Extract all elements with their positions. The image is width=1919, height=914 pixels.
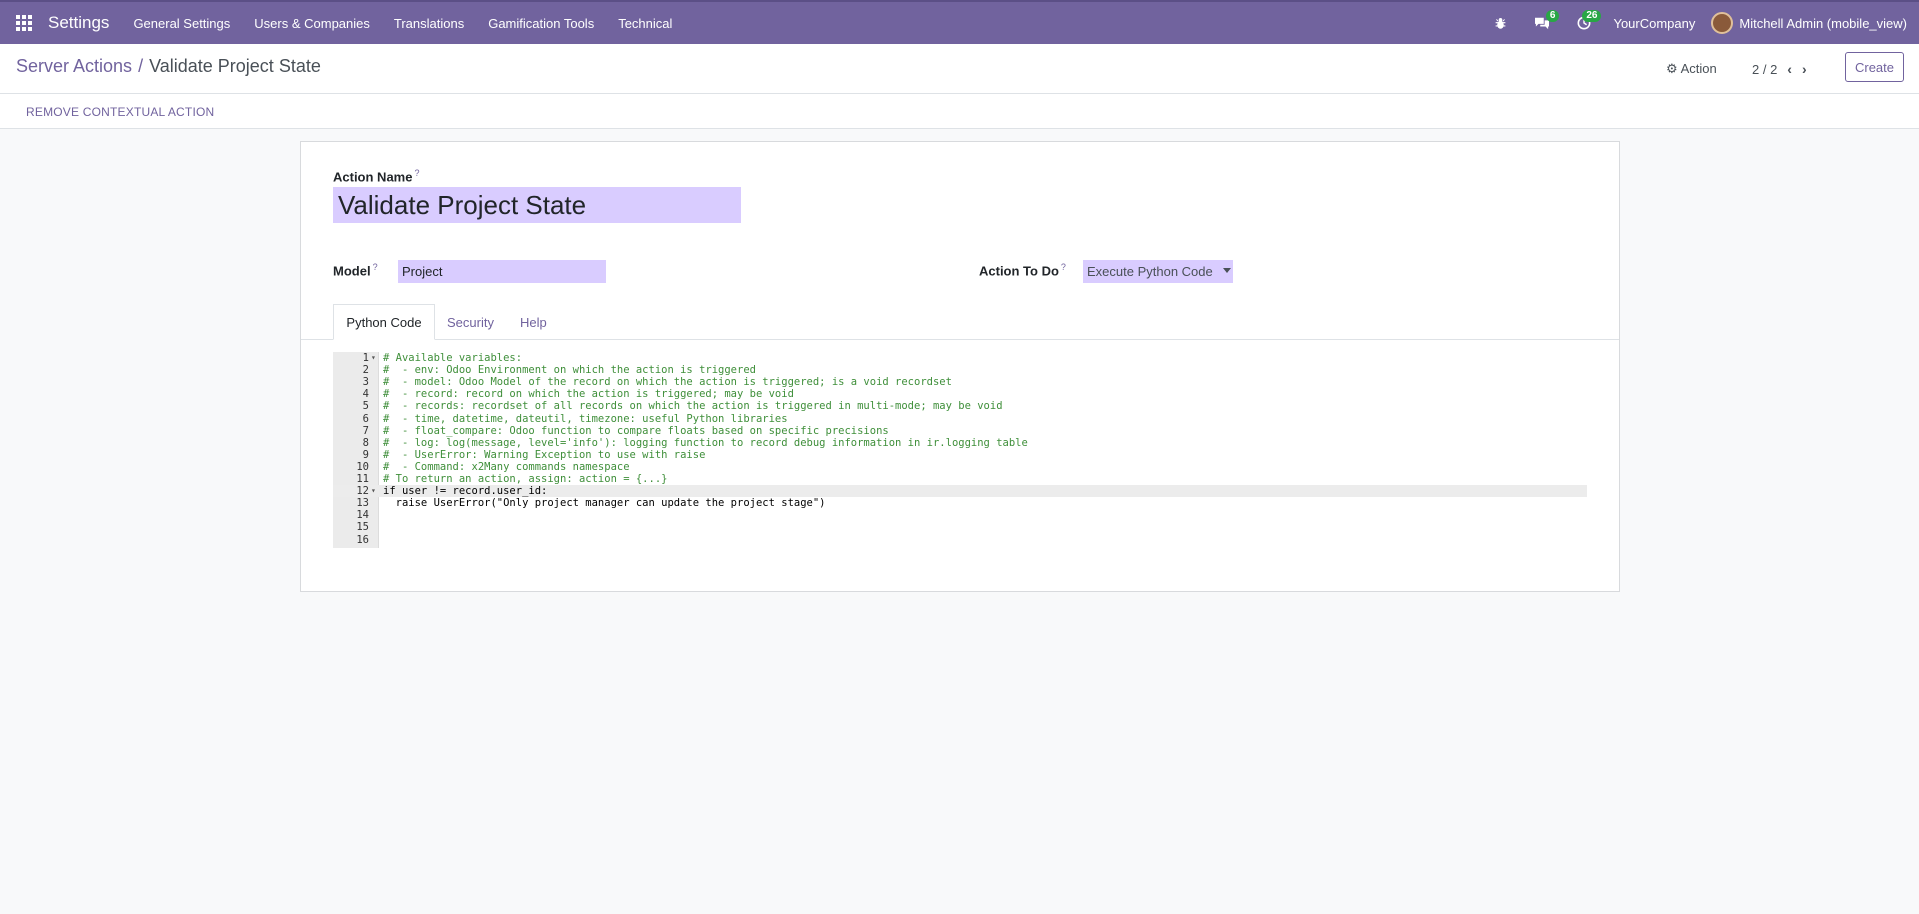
code-line: 5 # - records: recordset of all records o…	[333, 400, 1587, 412]
line-number: 6	[362, 412, 369, 425]
user-avatar	[1711, 12, 1734, 34]
action-name-label: Action Name?	[333, 168, 419, 184]
tab-python-code[interactable]: Python Code	[333, 304, 435, 340]
activities-clock-icon[interactable]: 26	[1563, 2, 1605, 44]
line-number: 4	[362, 388, 369, 401]
action-todo-label: Action To Do?	[979, 262, 1066, 278]
code-text: raise UserError("Only project manager ca…	[383, 497, 826, 510]
remove-contextual-action-button[interactable]: REMOVE CONTEXTUAL ACTION	[26, 105, 214, 119]
help-tooltip-icon[interactable]: ?	[373, 262, 378, 272]
notebook-tabs: Python Code Security Help	[301, 304, 1619, 340]
code-line: 6 # - time, datetime, dateutil, timezone:…	[333, 413, 1587, 425]
code-line: 1 ▾ # Available variables:	[333, 352, 1587, 364]
action-todo-value: Execute Python Code	[1087, 264, 1213, 279]
activities-badge: 26	[1582, 10, 1602, 22]
code-line: 3 # - model: Odoo Model of the record on …	[333, 376, 1587, 388]
breadcrumb-separator: /	[138, 56, 144, 76]
app-brand[interactable]: Settings	[48, 13, 109, 33]
action-name-label-text: Action Name	[333, 169, 413, 185]
action-name-input[interactable]: Validate Project State	[333, 187, 741, 223]
messages-icon[interactable]: 6	[1521, 2, 1563, 44]
code-text: # - time, datetime, dateutil, timezone: …	[383, 412, 788, 425]
code-line: 12 ▾ if user != record.user_id:	[333, 485, 1587, 498]
user-menu[interactable]: Mitchell Admin (mobile_view)	[1711, 12, 1919, 34]
code-line: 8 # - log: log(message, level='info'): lo…	[333, 437, 1587, 449]
code-line: 16	[333, 534, 1587, 546]
line-number: 8	[362, 436, 369, 449]
line-number: 10	[356, 460, 369, 473]
messages-badge: 6	[1545, 10, 1560, 22]
code-line: 10 # - Command: x2Many commands namespace	[333, 461, 1587, 473]
breadcrumb-current: Validate Project State	[149, 56, 321, 76]
code-text: # To return an action, assign: action = …	[383, 473, 668, 485]
line-number: 14	[356, 509, 369, 522]
create-button[interactable]: Create	[1845, 52, 1904, 82]
code-text: # - record: record on which the action i…	[383, 388, 794, 401]
code-text: # - log: log(message, level='info'): log…	[383, 436, 1028, 449]
line-number: 9	[362, 448, 369, 461]
line-number: 7	[362, 424, 369, 437]
chevron-left-icon[interactable]: ‹	[1787, 61, 1792, 77]
action-label: Action	[1680, 61, 1717, 76]
menu-users-companies[interactable]: Users & Companies	[242, 16, 382, 31]
model-label-text: Model	[333, 263, 371, 279]
code-text: # - float_compare: Odoo function to comp…	[383, 424, 889, 437]
menu-general-settings[interactable]: General Settings	[121, 16, 242, 31]
code-line: 15	[333, 521, 1587, 533]
line-number: 5	[362, 400, 369, 413]
code-text: # - UserError: Warning Exception to use …	[383, 448, 706, 461]
fold-toggle-icon[interactable]: ▾	[371, 485, 376, 497]
caret-down-icon	[1223, 268, 1231, 273]
help-tooltip-icon[interactable]: ?	[1061, 262, 1066, 272]
code-line: 11 # To return an action, assign: action …	[333, 473, 1587, 485]
form-sheet: Action Name? Validate Project State Mode…	[300, 141, 1620, 592]
line-number: 2	[362, 364, 369, 377]
tab-help[interactable]: Help	[520, 304, 547, 340]
pager-value[interactable]: 2 / 2	[1752, 62, 1777, 77]
line-number: 11	[356, 473, 369, 485]
code-line: 7 # - float_compare: Odoo function to com…	[333, 425, 1587, 437]
apps-menu-icon[interactable]	[0, 2, 48, 44]
code-line: 13 raise UserError("Only project manager…	[333, 497, 1587, 509]
menu-gamification-tools[interactable]: Gamification Tools	[476, 16, 606, 31]
code-text: if user != record.user_id:	[383, 485, 548, 498]
action-todo-label-text: Action To Do	[979, 263, 1059, 279]
company-switcher[interactable]: YourCompany	[1605, 16, 1711, 31]
tab-security[interactable]: Security	[447, 304, 494, 340]
form-statusbar: REMOVE CONTEXTUAL ACTION	[0, 94, 1919, 129]
chevron-right-icon[interactable]: ›	[1802, 61, 1807, 77]
breadcrumb: Server Actions / Validate Project State	[16, 56, 321, 77]
code-text: # - Command: x2Many commands namespace	[383, 460, 630, 473]
menu-technical[interactable]: Technical	[606, 16, 684, 31]
menu-translations[interactable]: Translations	[382, 16, 476, 31]
pager: 2 / 2 ‹ ›	[1752, 61, 1807, 77]
fold-toggle-icon[interactable]: ▾	[371, 352, 376, 364]
code-text: # Available variables:	[383, 352, 523, 364]
code-line: 14	[333, 509, 1587, 521]
help-tooltip-icon[interactable]: ?	[414, 168, 419, 178]
top-navbar: Settings General Settings Users & Compan…	[0, 0, 1919, 44]
debug-bug-icon[interactable]	[1479, 2, 1521, 44]
code-line: 9 # - UserError: Warning Exception to use…	[333, 449, 1587, 461]
line-number: 1	[362, 352, 369, 364]
breadcrumb-server-actions[interactable]: Server Actions	[16, 56, 132, 76]
line-number: 15	[356, 521, 369, 534]
user-name: Mitchell Admin (mobile_view)	[1739, 15, 1907, 31]
code-text: # - records: recordset of all records on…	[383, 400, 1003, 413]
line-number: 16	[356, 533, 369, 546]
gear-icon: ⚙	[1666, 61, 1678, 76]
code-text: # - env: Odoo Environment on which the a…	[383, 364, 756, 377]
action-menu-button[interactable]: ⚙ Action	[1666, 61, 1717, 77]
model-field[interactable]: Project	[398, 260, 606, 283]
line-number: 13	[356, 497, 369, 510]
model-label: Model?	[333, 262, 378, 278]
code-text: # - model: Odoo Model of the record on w…	[383, 376, 952, 389]
python-code-editor[interactable]: 1 ▾ # Available variables: 2 # - env: Odoo E…	[333, 352, 1587, 548]
line-number: 12	[356, 485, 369, 498]
code-line: 2 # - env: Odoo Environment on which the …	[333, 364, 1587, 376]
line-number: 3	[362, 376, 369, 389]
code-line: 4 # - record: record on which the action …	[333, 388, 1587, 400]
action-todo-select[interactable]: Execute Python Code	[1083, 260, 1233, 283]
control-panel: Server Actions / Validate Project State ⚙ …	[0, 44, 1919, 94]
